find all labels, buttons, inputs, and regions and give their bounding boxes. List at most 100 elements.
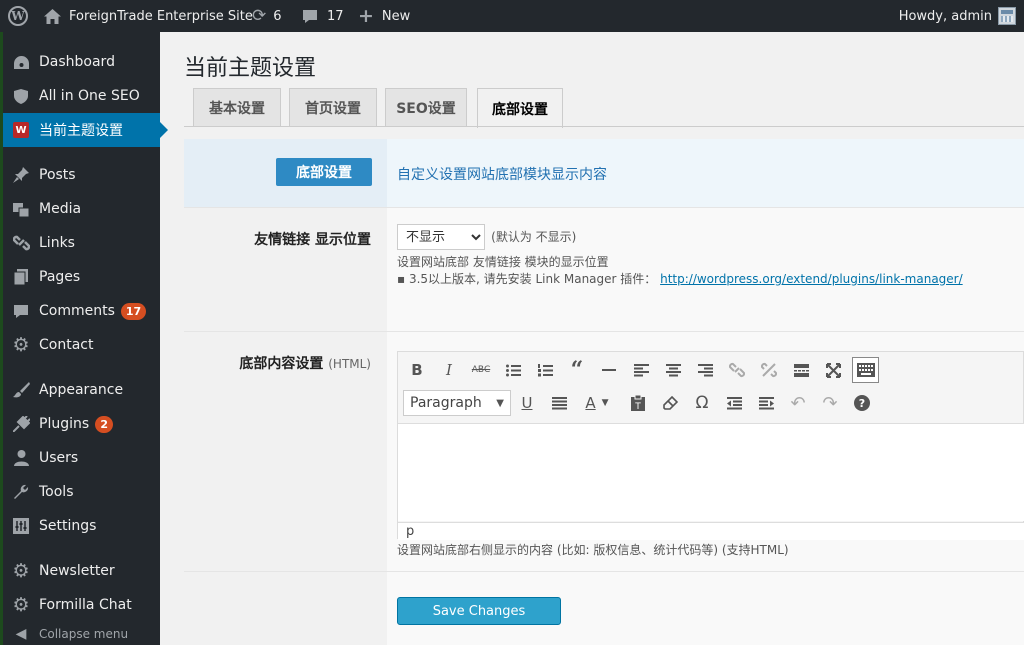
comments-link[interactable]: 17	[302, 0, 344, 32]
sidebar-item-label: Media	[39, 201, 82, 217]
gear-icon: ⚙	[12, 334, 30, 356]
gear-icon: ⚙	[12, 594, 30, 616]
user-icon	[3, 450, 39, 466]
comment-icon	[3, 304, 39, 319]
align-center-icon[interactable]	[661, 358, 685, 382]
footer-section-button[interactable]: 底部设置	[276, 158, 372, 186]
avatar	[998, 7, 1016, 25]
horizontal-line-icon[interactable]	[597, 358, 621, 382]
sidebar-item-label: Appearance	[39, 382, 124, 398]
footer-content-hint: 设置网站底部右侧显示的内容 (比如: 版权信息、统计代码等) (支持HTML)	[397, 543, 789, 557]
site-name-link[interactable]: ForeignTrade Enterprise Site	[44, 0, 253, 32]
wrench-icon	[3, 484, 39, 500]
sidebar-item-label: Settings	[39, 518, 97, 534]
align-right-icon[interactable]	[693, 358, 717, 382]
special-character-icon[interactable]: Ω	[690, 391, 714, 415]
admin-bar: W ForeignTrade Enterprise Site ⟳ 6 17 + …	[0, 0, 1024, 32]
sidebar-item-pages[interactable]: Pages	[3, 260, 160, 294]
tab-seo-settings[interactable]: SEO设置	[385, 88, 467, 127]
sidebar-item-appearance[interactable]: Appearance	[3, 373, 160, 407]
help-icon[interactable]: ?	[850, 391, 874, 415]
default-note: (默认为 不显示)	[491, 229, 577, 244]
sidebar-item-users[interactable]: Users	[3, 441, 160, 475]
site-name: ForeignTrade Enterprise Site	[69, 8, 253, 24]
insert-link-icon[interactable]	[725, 358, 749, 382]
tabs-divider	[184, 126, 1024, 127]
blockquote-icon[interactable]: “	[565, 357, 589, 383]
sidebar-item-newsletter[interactable]: ⚙ Newsletter	[3, 554, 160, 588]
sidebar-item-label: Users	[39, 450, 79, 466]
link-manager-link[interactable]: http://wordpress.org/extend/plugins/link…	[660, 272, 963, 286]
tab-basic-settings[interactable]: 基本设置	[193, 88, 281, 127]
comments-badge: 17	[120, 302, 147, 320]
updates-count: 6	[273, 8, 282, 24]
paste-text-icon[interactable]: T	[626, 391, 650, 415]
wordpress-logo-button[interactable]: W	[8, 0, 28, 32]
sidebar-item-tools[interactable]: Tools	[3, 475, 160, 509]
sidebar-item-dashboard[interactable]: Dashboard	[3, 45, 160, 79]
chevron-down-icon: ▼	[496, 397, 504, 409]
sidebar-item-label: 当前主题设置	[39, 123, 123, 139]
account-menu[interactable]: Howdy, admin	[899, 0, 1016, 32]
sidebar-item-label: All in One SEO	[39, 88, 140, 104]
save-changes-button[interactable]: Save Changes	[397, 597, 561, 625]
footer-content-label-sub: (HTML)	[328, 357, 371, 371]
format-select[interactable]: Paragraph ▼	[403, 390, 511, 416]
dashboard-icon	[3, 55, 39, 70]
tab-home-settings[interactable]: 首页设置	[289, 88, 377, 127]
collapse-icon: ◀	[15, 626, 27, 642]
admin-sidebar: Dashboard All in One SEO W 当前主题设置 Posts …	[0, 32, 168, 645]
tab-footer-settings[interactable]: 底部设置	[477, 88, 563, 128]
new-content-button[interactable]: + New	[358, 0, 410, 32]
text-color-icon[interactable]: A ▼	[579, 391, 615, 415]
sidebar-item-label: Formilla Chat	[39, 597, 132, 613]
indent-icon[interactable]	[754, 391, 778, 415]
sidebar-item-settings[interactable]: Settings	[3, 509, 160, 543]
italic-icon[interactable]: I	[437, 358, 461, 382]
undo-icon[interactable]: ↶	[786, 391, 810, 415]
sidebar-item-formilla-chat[interactable]: ⚙ Formilla Chat	[3, 588, 160, 622]
pin-icon	[3, 167, 39, 183]
sidebar-item-label: Comments	[39, 302, 115, 319]
sidebar-item-all-in-one-seo[interactable]: All in One SEO	[3, 79, 160, 113]
clear-formatting-icon[interactable]	[658, 391, 682, 415]
sidebar-item-comments[interactable]: Comments 17	[3, 294, 160, 328]
svg-text:T: T	[634, 402, 641, 411]
howdy-text: Howdy, admin	[898, 8, 992, 24]
footer-content-label: 底部内容设置	[239, 356, 324, 372]
sidebar-item-theme-settings[interactable]: W 当前主题设置	[3, 113, 168, 147]
align-left-icon[interactable]	[629, 358, 653, 382]
justify-icon[interactable]	[547, 391, 571, 415]
wordpress-logo-icon: W	[8, 6, 28, 26]
updates-link[interactable]: ⟳ 6	[252, 0, 282, 32]
collapse-menu-button[interactable]: ◀ Collapse menu	[3, 622, 160, 645]
sidebar-item-media[interactable]: Media	[3, 192, 160, 226]
brush-icon	[3, 382, 39, 398]
sidebar-item-plugins[interactable]: Plugins 2	[3, 407, 160, 441]
underline-icon[interactable]: U	[515, 391, 539, 415]
strikethrough-icon[interactable]: ABC	[469, 358, 493, 382]
bullet-list-icon[interactable]	[501, 358, 525, 382]
numbered-list-icon[interactable]	[533, 358, 557, 382]
sidebar-item-label: Newsletter	[39, 563, 115, 579]
unlink-icon[interactable]	[757, 358, 781, 382]
toolbar-toggle-icon[interactable]	[852, 357, 879, 383]
sidebar-item-label: Pages	[39, 269, 81, 285]
friend-links-position-select[interactable]: 不显示	[397, 224, 485, 250]
sidebar-item-label: Contact	[39, 337, 94, 353]
settings-icon	[3, 518, 39, 534]
outdent-icon[interactable]	[722, 391, 746, 415]
sidebar-item-posts[interactable]: Posts	[3, 158, 160, 192]
redo-icon[interactable]: ↷	[818, 391, 842, 415]
home-icon	[44, 8, 61, 24]
sidebar-item-links[interactable]: Links	[3, 226, 160, 260]
plug-icon	[3, 416, 39, 432]
section-description: 自定义设置网站底部模块显示内容	[397, 167, 607, 183]
sidebar-item-contact[interactable]: ⚙ Contact	[3, 328, 160, 362]
fullscreen-icon[interactable]	[821, 358, 845, 382]
friend-links-field: 不显示 (默认为 不显示)	[397, 224, 576, 250]
read-more-icon[interactable]	[789, 358, 813, 382]
editor-content-area[interactable]	[398, 423, 1024, 521]
bold-icon[interactable]: B	[405, 358, 429, 382]
comment-bubble-icon	[302, 9, 318, 24]
